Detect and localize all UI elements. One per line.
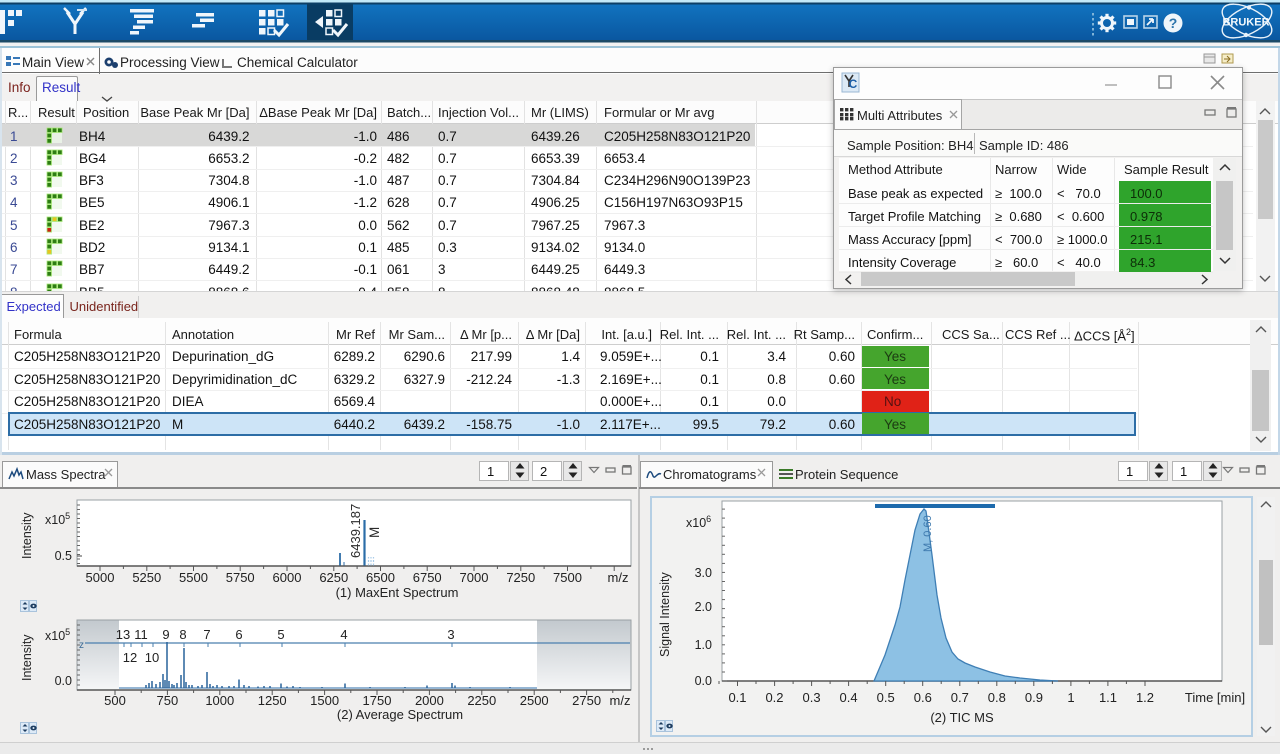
svg-text:Signal Intensity: Signal Intensity <box>658 571 672 657</box>
svg-text:6500: 6500 <box>366 570 395 585</box>
svg-text:x105: x105 <box>45 627 70 643</box>
svg-text:2250: 2250 <box>467 693 496 708</box>
svg-text:0.8: 0.8 <box>988 690 1006 705</box>
svg-text:7000: 7000 <box>460 570 489 585</box>
svg-text:750: 750 <box>157 693 179 708</box>
svg-text:4: 4 <box>340 627 347 642</box>
svg-text:(2) TIC MS: (2) TIC MS <box>930 710 994 725</box>
svg-text:Time [min]: Time [min] <box>1185 690 1245 705</box>
svg-text:0.9: 0.9 <box>1025 690 1043 705</box>
svg-text:6439.187: 6439.187 <box>348 504 363 558</box>
svg-text:Intensity: Intensity <box>20 512 34 559</box>
svg-text:M, 0.60: M, 0.60 <box>922 515 934 552</box>
svg-text:7500: 7500 <box>553 570 582 585</box>
svg-text:6250: 6250 <box>319 570 348 585</box>
svg-text:8: 8 <box>179 627 186 642</box>
svg-text:11: 11 <box>134 627 148 642</box>
svg-text:6750: 6750 <box>413 570 442 585</box>
svg-text:5500: 5500 <box>179 570 208 585</box>
svg-text:7250: 7250 <box>506 570 535 585</box>
svg-text:x105: x105 <box>45 511 70 527</box>
svg-text:0.6: 0.6 <box>914 690 932 705</box>
svg-text:13: 13 <box>116 627 130 642</box>
svg-text:9: 9 <box>162 627 169 642</box>
svg-text:0.5: 0.5 <box>877 690 895 705</box>
svg-text:0.3: 0.3 <box>803 690 821 705</box>
svg-text:BRUKER: BRUKER <box>1222 17 1269 29</box>
svg-text:z: z <box>79 640 84 651</box>
svg-text:12: 12 <box>123 650 137 665</box>
svg-text:3.0: 3.0 <box>695 566 712 580</box>
svg-text:0.5: 0.5 <box>55 549 72 563</box>
svg-text:5000: 5000 <box>86 570 115 585</box>
svg-text:1.2: 1.2 <box>1136 690 1154 705</box>
svg-text:(2) Average Spectrum: (2) Average Spectrum <box>337 707 463 722</box>
svg-text:1250: 1250 <box>258 693 287 708</box>
svg-text:7: 7 <box>203 627 210 642</box>
svg-text:0.2: 0.2 <box>765 690 783 705</box>
svg-text:2.0: 2.0 <box>695 600 712 614</box>
svg-text:1000: 1000 <box>205 693 234 708</box>
svg-text:0.1: 0.1 <box>728 690 746 705</box>
svg-text:1: 1 <box>1067 690 1074 705</box>
svg-text:5750: 5750 <box>226 570 255 585</box>
svg-text:500: 500 <box>104 693 126 708</box>
svg-text:C: C <box>849 77 858 91</box>
svg-text:1.0: 1.0 <box>695 638 712 652</box>
svg-text:1.1: 1.1 <box>1099 690 1117 705</box>
svg-text:x106: x106 <box>686 514 711 530</box>
svg-text:0.7: 0.7 <box>951 690 969 705</box>
svg-text:0.0: 0.0 <box>55 674 72 688</box>
svg-text:10: 10 <box>145 650 159 665</box>
svg-text:2000: 2000 <box>415 693 444 708</box>
svg-text:2750: 2750 <box>572 693 601 708</box>
svg-text:5250: 5250 <box>132 570 161 585</box>
svg-text:Intensity: Intensity <box>20 634 34 681</box>
svg-text:2500: 2500 <box>520 693 549 708</box>
svg-text:6000: 6000 <box>273 570 302 585</box>
svg-text:0.4: 0.4 <box>840 690 858 705</box>
svg-text:?: ? <box>1169 15 1178 31</box>
svg-text:3: 3 <box>447 627 454 642</box>
svg-text:5: 5 <box>277 627 284 642</box>
svg-text:0.0: 0.0 <box>695 674 712 688</box>
svg-text:1500: 1500 <box>310 693 339 708</box>
svg-text:m/z: m/z <box>610 693 631 708</box>
svg-text:M: M <box>367 527 382 538</box>
svg-text:6: 6 <box>235 627 242 642</box>
svg-text:m/z: m/z <box>608 570 629 585</box>
svg-text:(1) MaxEnt Spectrum: (1) MaxEnt Spectrum <box>336 585 459 600</box>
svg-text:1750: 1750 <box>363 693 392 708</box>
